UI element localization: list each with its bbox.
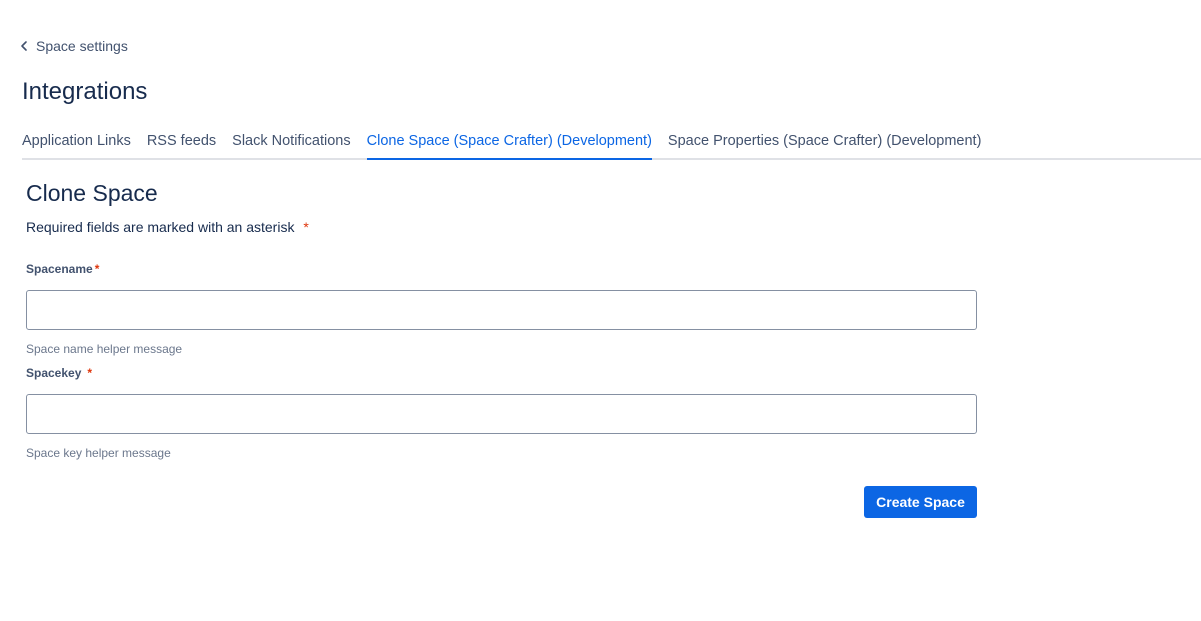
spacename-label-text: Spacename <box>26 262 93 276</box>
page-title: Integrations <box>22 78 148 105</box>
spacename-helper: Space name helper message <box>26 342 183 356</box>
spacekey-label: Spacekey * <box>26 366 92 380</box>
required-fields-note: Required fields are marked with an aster… <box>26 219 309 235</box>
back-link-label: Space settings <box>36 38 128 54</box>
required-note-text: Required fields are marked with an aster… <box>26 219 295 235</box>
create-space-button[interactable]: Create Space <box>864 486 977 518</box>
tab-application-links[interactable]: Application Links <box>22 130 131 156</box>
required-asterisk: * <box>303 219 309 235</box>
back-to-space-settings-link[interactable]: Space settings <box>18 36 128 56</box>
integrations-tabs: Application Links RSS feeds Slack Notifi… <box>22 130 1201 160</box>
chevron-left-icon <box>21 41 27 51</box>
form-title: Clone Space <box>26 180 158 206</box>
spacekey-input[interactable] <box>26 394 977 434</box>
tab-space-properties[interactable]: Space Properties (Space Crafter) (Develo… <box>668 130 982 156</box>
spacekey-helper: Space key helper message <box>26 446 171 460</box>
spacekey-required-asterisk: * <box>87 366 93 380</box>
tab-rss-feeds[interactable]: RSS feeds <box>147 130 216 156</box>
spacekey-label-text: Spacekey <box>26 366 82 380</box>
tab-clone-space[interactable]: Clone Space (Space Crafter) (Development… <box>366 130 653 160</box>
spacename-label: Spacename * <box>26 262 99 276</box>
spacename-required-asterisk: * <box>94 262 100 276</box>
tab-slack-notifications[interactable]: Slack Notifications <box>232 130 350 156</box>
spacename-input[interactable] <box>26 290 977 330</box>
